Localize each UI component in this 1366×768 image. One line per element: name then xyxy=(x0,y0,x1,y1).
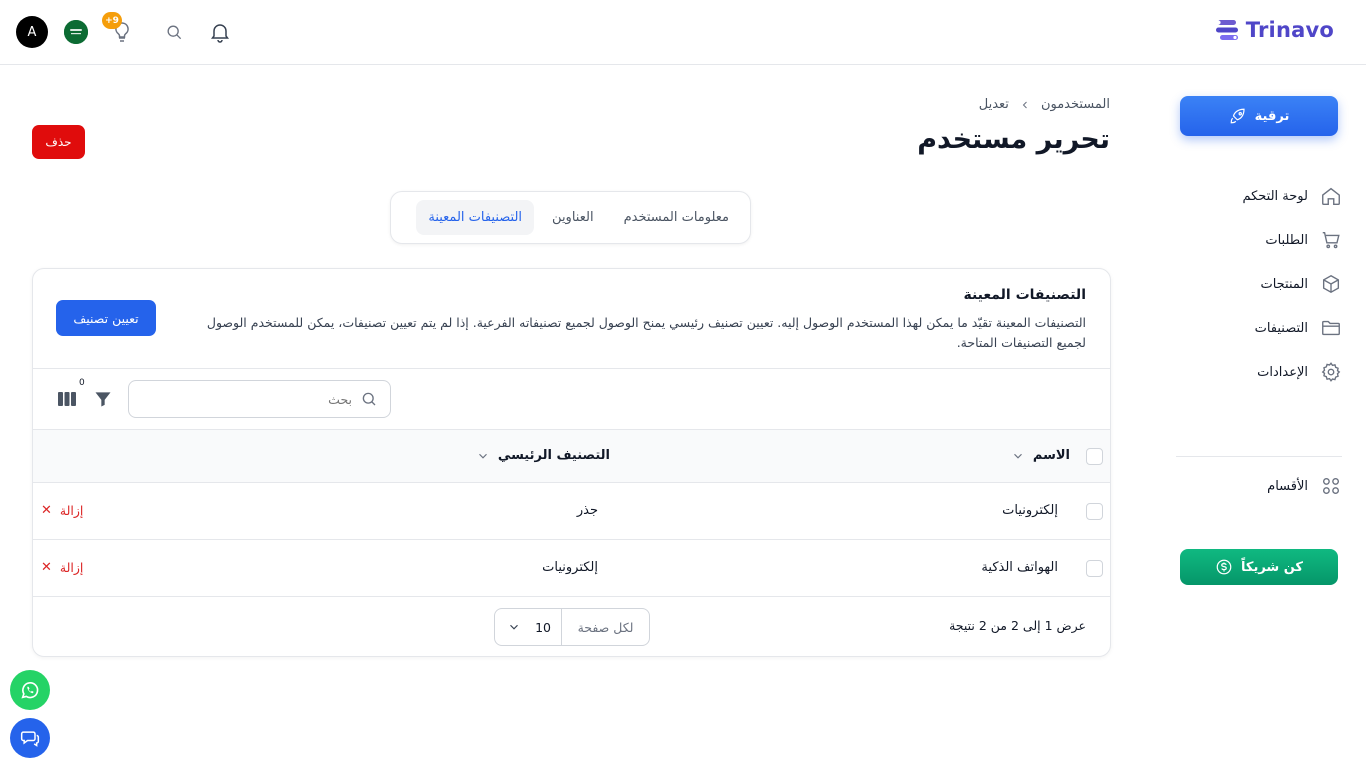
notification-badge: +9 xyxy=(102,12,122,29)
filter-icon[interactable] xyxy=(93,389,113,409)
remove-button[interactable]: إزالة ✕ xyxy=(41,503,83,518)
assigned-categories-card: التصنيفات المعينة التصنيفات المعينة تقيّ… xyxy=(32,268,1111,657)
dollar-circle-icon xyxy=(1216,559,1232,575)
tab-user-info[interactable]: معلومات المستخدم xyxy=(612,200,741,235)
chat-icon xyxy=(20,731,40,747)
per-page-label: لكل صفحة xyxy=(561,609,649,645)
sidebar-item-label: المنتجات xyxy=(1260,276,1308,292)
close-icon: ✕ xyxy=(41,503,52,518)
columns-toggle-icon[interactable] xyxy=(57,390,77,408)
sidebar-item-products[interactable]: المنتجات xyxy=(1182,268,1342,300)
remove-label: إزالة xyxy=(59,503,84,518)
chevron-down-icon xyxy=(510,624,518,630)
category-parent: إلكترونيات xyxy=(542,560,598,575)
whatsapp-icon xyxy=(21,682,39,699)
bell-icon[interactable] xyxy=(208,20,232,44)
breadcrumb: المستخدمون تعديل xyxy=(979,97,1110,112)
category-parent: جذر xyxy=(576,503,598,518)
column-header-name[interactable]: الاسم xyxy=(1011,448,1070,463)
chevron-left-icon xyxy=(1022,101,1027,108)
column-header-parent[interactable]: التصنيف الرئيسي xyxy=(476,448,610,463)
support-chat-button[interactable] xyxy=(10,718,50,758)
language-flag-icon[interactable] xyxy=(64,20,88,44)
results-summary: عرض 1 إلى 2 من 2 نتيجة xyxy=(949,618,1086,633)
breadcrumb-current: تعديل xyxy=(978,97,1009,112)
logo-icon xyxy=(1215,20,1238,40)
card-description: التصنيفات المعينة تقيّد ما يمكن لهذا الم… xyxy=(206,315,1086,350)
sidebar-item-categories[interactable]: التصنيفات xyxy=(1182,312,1342,344)
page-title: تحرير مستخدم xyxy=(917,124,1110,155)
table-header: الاسم التصنيف الرئيسي xyxy=(33,429,1110,483)
remove-button[interactable]: إزالة ✕ xyxy=(41,560,83,575)
folder-icon xyxy=(1322,320,1340,336)
breadcrumb-parent[interactable]: المستخدمون xyxy=(1041,97,1110,112)
gear-icon xyxy=(1321,362,1341,382)
table-row: إلكترونيات جذر إزالة ✕ xyxy=(33,483,1110,540)
whatsapp-button[interactable] xyxy=(10,670,50,710)
per-page-value: 10 xyxy=(535,619,551,635)
row-checkbox[interactable] xyxy=(1086,503,1103,520)
top-bar xyxy=(0,0,1366,65)
sidebar-item-dashboard[interactable]: لوحة التحكم xyxy=(1182,180,1342,212)
box-icon xyxy=(1322,274,1340,294)
filter-count-badge: 0 xyxy=(79,378,85,388)
brand-logo[interactable]: Trinavo xyxy=(1215,18,1334,42)
assign-category-button[interactable]: تعيين تصنيف xyxy=(56,300,156,336)
sidebar-item-label: الأقسام xyxy=(1267,478,1308,494)
grid-icon xyxy=(1322,477,1340,495)
sidebar-divider xyxy=(1176,456,1342,457)
column-name-label: الاسم xyxy=(1032,448,1070,463)
tab-addresses[interactable]: العناوين xyxy=(540,200,606,235)
tab-bar: معلومات المستخدم العناوين التصنيفات المع… xyxy=(390,191,751,244)
chevron-down-icon xyxy=(1013,453,1022,459)
sidebar-item-label: التصنيفات xyxy=(1254,320,1308,336)
sidebar-item-settings[interactable]: الإعدادات xyxy=(1182,356,1342,388)
close-icon: ✕ xyxy=(41,560,52,575)
per-page-select[interactable]: لكل صفحة 10 xyxy=(494,608,650,646)
brand-name: Trinavo xyxy=(1245,18,1334,42)
row-checkbox[interactable] xyxy=(1086,560,1103,577)
remove-label: إزالة xyxy=(59,560,84,575)
upgrade-label: ترقية xyxy=(1254,108,1290,124)
sidebar-item-orders[interactable]: الطلبات xyxy=(1182,224,1342,256)
per-page-dropdown[interactable]: 10 xyxy=(495,620,561,635)
upgrade-button[interactable]: ترقية xyxy=(1180,96,1338,136)
tab-assigned-categories[interactable]: التصنيفات المعينة xyxy=(416,200,535,235)
search-icon[interactable] xyxy=(164,22,184,42)
sidebar-item-label: الإعدادات xyxy=(1257,364,1308,380)
chevron-down-icon xyxy=(479,453,487,459)
divider xyxy=(33,368,1110,369)
search-field[interactable] xyxy=(128,380,391,418)
partner-label: كن شريكاً xyxy=(1241,559,1303,575)
card-title: التصنيفات المعينة xyxy=(963,287,1086,303)
category-name: الهواتف الذكية xyxy=(981,560,1058,575)
search-icon xyxy=(362,392,376,406)
column-parent-label: التصنيف الرئيسي xyxy=(497,448,610,463)
delete-button[interactable]: حذف xyxy=(32,125,85,159)
select-all-checkbox[interactable] xyxy=(1086,448,1103,465)
avatar[interactable]: A xyxy=(16,16,48,48)
table-row: الهواتف الذكية إلكترونيات إزالة ✕ xyxy=(33,540,1110,597)
rocket-icon xyxy=(1230,108,1245,124)
sidebar-item-sections[interactable]: الأقسام xyxy=(1182,470,1342,502)
home-icon xyxy=(1322,187,1340,205)
cart-icon xyxy=(1322,231,1340,249)
category-name: إلكترونيات xyxy=(1002,503,1058,518)
become-partner-button[interactable]: كن شريكاً xyxy=(1180,549,1338,585)
search-input[interactable] xyxy=(152,391,352,407)
sidebar-item-label: الطلبات xyxy=(1265,232,1308,248)
sidebar-item-label: لوحة التحكم xyxy=(1242,188,1308,204)
